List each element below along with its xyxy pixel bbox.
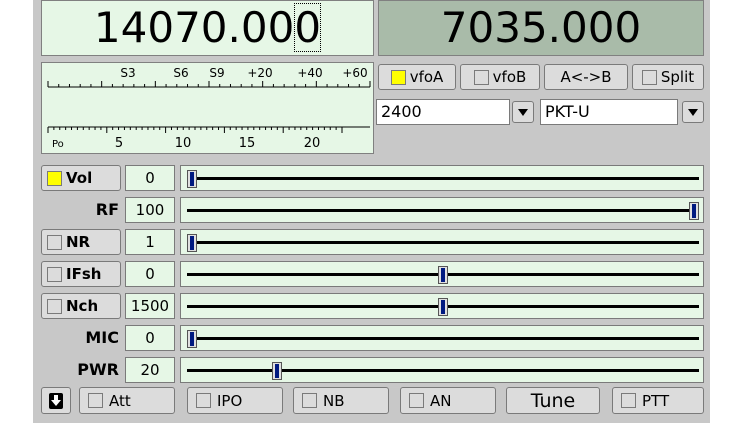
ipo-button[interactable]: IPO bbox=[187, 387, 283, 414]
s-meter-label: +40 bbox=[297, 66, 322, 80]
pwr-slider[interactable] bbox=[180, 357, 704, 383]
bandwidth-dropdown-icon[interactable] bbox=[512, 101, 534, 123]
vol-toggle-button[interactable]: Vol bbox=[41, 165, 121, 191]
arrow-down-icon bbox=[49, 392, 63, 409]
nch-label: Nch bbox=[66, 297, 99, 315]
ifsh-indicator bbox=[47, 266, 62, 282]
vfo-a-frequency-cursor-digit[interactable]: 0 bbox=[294, 3, 322, 52]
nb-label: NB bbox=[323, 391, 345, 410]
vfo-a-indicator bbox=[390, 69, 406, 85]
s-meter-label: S9 bbox=[209, 66, 224, 80]
nr-slider-track bbox=[187, 241, 699, 244]
vfo-a-frequency-digits: 14070.00 bbox=[93, 3, 295, 52]
vfo-b-frequency-display[interactable]: 7035.000 bbox=[378, 0, 704, 56]
swap-vfo-button[interactable]: A<->B bbox=[544, 64, 628, 90]
rig-control-panel: 14070.000 7035.000 S3 S6 S9 +20 +40 +60 Po 5 10… bbox=[33, 0, 710, 423]
vol-label: Vol bbox=[66, 169, 93, 187]
vol-indicator bbox=[47, 170, 62, 186]
mic-slider-handle[interactable] bbox=[187, 330, 197, 348]
pwr-value: 20 bbox=[125, 357, 175, 383]
s-meter-label: S6 bbox=[173, 66, 188, 80]
mic-slider[interactable] bbox=[180, 325, 704, 351]
nr-value: 1 bbox=[125, 229, 175, 255]
nr-toggle-button[interactable]: NR bbox=[41, 229, 121, 255]
vfo-a-label: vfoA bbox=[409, 68, 444, 86]
nch-indicator bbox=[47, 298, 62, 314]
power-meter-label: 15 bbox=[239, 136, 256, 151]
vol-slider-handle[interactable] bbox=[187, 170, 197, 188]
ifsh-slider-handle[interactable] bbox=[438, 266, 448, 284]
nch-slider-handle[interactable] bbox=[438, 298, 448, 316]
split-indicator bbox=[641, 69, 657, 85]
s-meter-label: +20 bbox=[247, 66, 272, 80]
vfo-b-label: vfoB bbox=[492, 68, 527, 86]
rf-slider[interactable] bbox=[180, 197, 704, 223]
signal-power-meter: S3 S6 S9 +20 +40 +60 Po 5 10 15 20 bbox=[41, 62, 374, 154]
ifsh-toggle-button[interactable]: IFsh bbox=[41, 261, 121, 287]
s-meter-label: +60 bbox=[342, 66, 367, 80]
ipo-label: IPO bbox=[217, 391, 243, 410]
ptt-indicator bbox=[621, 393, 636, 408]
pwr-slider-handle[interactable] bbox=[272, 362, 283, 380]
att-indicator bbox=[88, 393, 103, 408]
rf-value: 100 bbox=[125, 197, 175, 223]
bandwidth-value: 2400 bbox=[381, 102, 422, 121]
vfo-b-indicator bbox=[473, 69, 489, 85]
auto-notch-button[interactable]: AN bbox=[400, 387, 496, 414]
ifsh-value: 0 bbox=[125, 261, 175, 287]
ifsh-label: IFsh bbox=[66, 265, 102, 283]
an-indicator bbox=[409, 393, 424, 408]
mic-label: MIC bbox=[85, 328, 119, 347]
nch-slider[interactable] bbox=[180, 293, 704, 319]
vfo-a-button[interactable]: vfoA bbox=[378, 64, 456, 90]
power-meter-label: Po bbox=[52, 139, 64, 150]
nch-value: 1500 bbox=[125, 293, 175, 319]
collapse-button[interactable] bbox=[41, 387, 71, 414]
mode-select[interactable]: PKT-U bbox=[540, 99, 678, 125]
vol-slider-track bbox=[187, 177, 699, 180]
an-label: AN bbox=[430, 391, 452, 410]
att-label: Att bbox=[109, 391, 131, 410]
mode-dropdown-icon[interactable] bbox=[682, 101, 704, 123]
vfo-a-frequency-display[interactable]: 14070.000 bbox=[41, 0, 374, 56]
vol-slider[interactable] bbox=[180, 165, 704, 191]
bandwidth-select[interactable]: 2400 bbox=[376, 99, 510, 125]
ptt-button[interactable]: PTT bbox=[612, 387, 704, 414]
mic-value: 0 bbox=[125, 325, 175, 351]
ifsh-slider[interactable] bbox=[180, 261, 704, 287]
split-button[interactable]: Split bbox=[632, 64, 704, 90]
tune-button[interactable]: Tune bbox=[506, 387, 600, 414]
vfo-b-button[interactable]: vfoB bbox=[460, 64, 540, 90]
vfo-b-frequency-digits: 7035.000 bbox=[440, 3, 642, 52]
rf-label: RF bbox=[95, 200, 119, 219]
split-label: Split bbox=[660, 68, 695, 86]
nr-label: NR bbox=[66, 233, 91, 251]
tune-label: Tune bbox=[530, 389, 576, 412]
s-meter-label: S3 bbox=[120, 66, 135, 80]
ipo-indicator bbox=[196, 393, 211, 408]
rf-slider-track bbox=[187, 209, 699, 212]
nch-toggle-button[interactable]: Nch bbox=[41, 293, 121, 319]
pwr-slider-track bbox=[187, 369, 699, 372]
pwr-label: PWR bbox=[77, 360, 119, 379]
attenuator-button[interactable]: Att bbox=[79, 387, 175, 414]
vol-value: 0 bbox=[125, 165, 175, 191]
nr-slider-handle[interactable] bbox=[187, 234, 197, 252]
rf-slider-handle[interactable] bbox=[689, 202, 699, 220]
nr-indicator bbox=[47, 234, 62, 250]
power-meter-label: 5 bbox=[115, 136, 123, 151]
nr-slider[interactable] bbox=[180, 229, 704, 255]
power-meter-label: 20 bbox=[304, 136, 321, 151]
mic-slider-track bbox=[187, 337, 699, 340]
ptt-label: PTT bbox=[642, 391, 670, 410]
noise-blanker-button[interactable]: NB bbox=[293, 387, 389, 414]
mode-value: PKT-U bbox=[545, 102, 590, 121]
nb-indicator bbox=[302, 393, 317, 408]
power-meter-label: 10 bbox=[175, 136, 192, 151]
swap-vfo-label: A<->B bbox=[560, 68, 612, 86]
